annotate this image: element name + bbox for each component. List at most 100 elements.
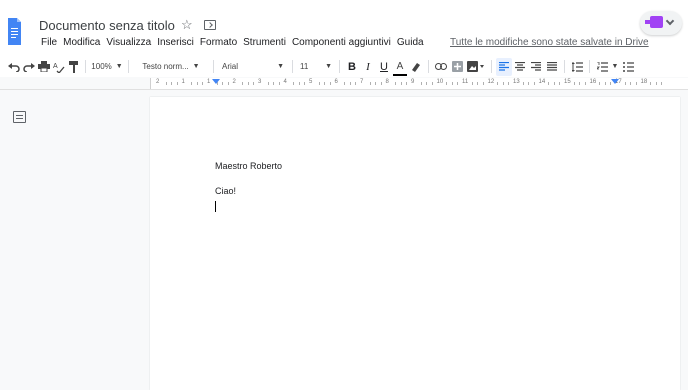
ruler-label: 18 — [640, 79, 648, 85]
paint-format-icon[interactable] — [66, 58, 81, 76]
style-dropdown[interactable]: Testo norm... ▼ — [133, 58, 209, 76]
star-icon[interactable]: ☆ — [181, 17, 193, 33]
menu-format[interactable]: Formato — [197, 37, 240, 48]
document-line[interactable]: Maestro Roberto — [215, 161, 282, 171]
text-color-button[interactable]: A — [392, 58, 408, 76]
font-size-dropdown[interactable]: 11 ▼ — [297, 58, 335, 76]
document-title[interactable]: Documento senza titolo — [39, 18, 175, 33]
svg-text:A: A — [53, 63, 58, 70]
italic-button[interactable]: I — [360, 58, 376, 76]
ruler-tick — [655, 82, 657, 85]
toolbar: A 100% ▼ Testo norm... ▼ Arial ▼ 11 ▼ B I U … — [0, 56, 688, 77]
ruler-tick — [477, 82, 478, 85]
align-left-icon[interactable] — [496, 57, 512, 76]
divider — [339, 60, 340, 73]
numbered-list-icon[interactable] — [594, 58, 610, 76]
docs-icon[interactable] — [8, 18, 21, 45]
ruler-tick — [400, 82, 402, 85]
divider — [589, 60, 590, 73]
addon-button[interactable] — [640, 11, 682, 35]
ruler-tick — [278, 82, 280, 85]
spellcheck-icon[interactable]: A — [51, 58, 66, 76]
redo-icon[interactable] — [21, 58, 36, 76]
ruler-tick — [630, 82, 631, 85]
horizontal-ruler[interactable]: 2 1 1 2 3 4 5 6 7 8 9 10 11 12 13 14 15 16 17 18 — [150, 78, 688, 89]
ruler-tick — [349, 82, 351, 85]
ruler-label: 2 — [156, 79, 160, 85]
docs-window: Documento senza titolo ☆ File Modifica V… — [0, 0, 688, 390]
document-outline-icon[interactable] — [13, 111, 26, 123]
menu-edit[interactable]: Modifica — [60, 37, 103, 48]
ruler-tick — [579, 82, 580, 85]
bold-button[interactable]: B — [344, 58, 360, 76]
line-spacing-icon[interactable] — [569, 58, 585, 76]
divider — [292, 60, 293, 73]
ruler-tick — [446, 82, 447, 85]
ruler-label: 16 — [589, 79, 597, 85]
menu-view[interactable]: Visualizza — [103, 37, 154, 48]
undo-icon[interactable] — [6, 58, 21, 76]
divider — [213, 60, 214, 73]
ruler-tick — [497, 82, 498, 85]
ruler-tick — [471, 82, 473, 85]
ruler-tick — [202, 82, 203, 85]
ruler-label: 10 — [436, 79, 444, 85]
chevron-down-icon: ▼ — [192, 63, 200, 70]
ruler-label: 11 — [462, 79, 469, 85]
underline-button[interactable]: U — [376, 58, 392, 76]
menu-bar: File Modifica Visualizza Inserisci Forma… — [38, 37, 427, 48]
ruler-tick — [165, 82, 167, 85]
menu-addons[interactable]: Componenti aggiuntivi — [289, 37, 394, 48]
chevron-down-icon: ▼ — [325, 63, 332, 70]
menu-help[interactable]: Guida — [394, 37, 427, 48]
bulleted-list-icon[interactable] — [620, 58, 636, 76]
ruler-tick — [176, 82, 178, 85]
ruler-tick — [604, 82, 606, 85]
align-right-icon[interactable] — [528, 58, 544, 76]
ruler-tick — [650, 82, 651, 85]
save-status-link[interactable]: Tutte le modifiche sono state salvate in… — [450, 37, 649, 48]
ruler-label: 3 — [258, 79, 262, 85]
divider — [491, 60, 492, 73]
divider — [564, 60, 565, 73]
link-icon[interactable] — [433, 58, 449, 76]
ruler-tick — [426, 82, 427, 85]
move-to-folder-icon[interactable] — [204, 20, 216, 30]
ruler-tick — [533, 82, 535, 85]
add-comment-icon[interactable] — [449, 58, 465, 76]
ruler-tick — [420, 82, 422, 85]
ruler-tick — [267, 82, 269, 85]
document-page[interactable]: Maestro Roberto Ciao! — [150, 97, 680, 390]
highlight-icon[interactable] — [408, 58, 424, 76]
font-dropdown[interactable]: Arial ▼ — [218, 58, 288, 76]
right-indent-marker[interactable] — [611, 79, 619, 84]
ruler-tick — [431, 82, 433, 85]
addon-icon — [645, 16, 663, 28]
ruler-tick — [548, 82, 549, 85]
document-line[interactable]: Ciao! — [215, 186, 236, 196]
ruler-tick — [191, 82, 192, 85]
justify-icon[interactable] — [544, 58, 560, 76]
ruler-tick — [369, 82, 371, 85]
insert-image-icon[interactable] — [465, 58, 487, 76]
ruler-label: 5 — [309, 79, 313, 85]
ruler-label: 6 — [334, 79, 338, 85]
ruler-tick — [522, 82, 524, 85]
ruler-label: 12 — [487, 79, 495, 85]
menu-insert[interactable]: Inserisci — [154, 37, 197, 48]
zoom-dropdown[interactable]: 100% ▼ — [90, 58, 124, 76]
ruler-tick — [553, 82, 555, 85]
left-indent-marker[interactable] — [212, 79, 220, 84]
app-header: Documento senza titolo ☆ File Modifica V… — [0, 0, 688, 56]
ruler-tick — [599, 82, 600, 85]
menu-tools[interactable]: Strumenti — [240, 37, 289, 48]
ruler-label: 1 — [181, 79, 185, 85]
print-icon[interactable] — [36, 58, 51, 76]
ruler-tick — [273, 82, 274, 85]
chevron-down-icon[interactable]: ▼ — [610, 58, 620, 76]
style-value: Testo norm... — [142, 62, 189, 71]
ruler-band: 2 1 1 2 3 4 5 6 7 8 9 10 11 12 13 14 15 16 17 18 — [0, 77, 688, 90]
menu-file[interactable]: File — [38, 37, 60, 48]
zoom-value: 100% — [91, 62, 112, 71]
align-center-icon[interactable] — [512, 58, 528, 76]
